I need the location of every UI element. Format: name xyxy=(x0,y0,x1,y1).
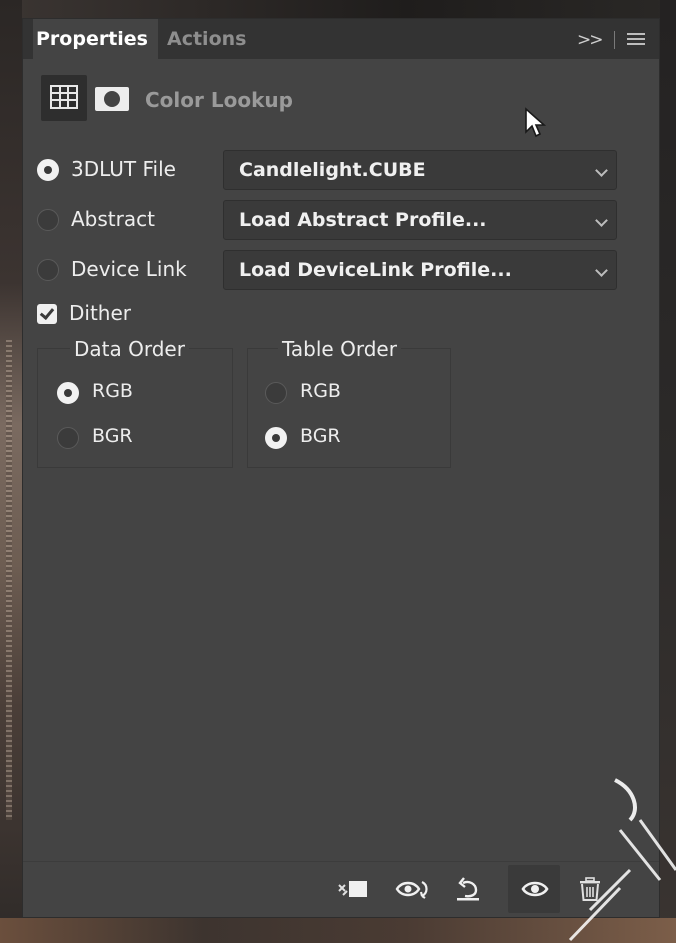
radio-abstract[interactable] xyxy=(37,209,59,231)
dropdown-abstract[interactable]: Load Abstract Profile... xyxy=(223,200,617,240)
visibility-eye-icon[interactable] xyxy=(521,877,549,901)
tab-bar-divider xyxy=(614,31,615,49)
radio-table-order-rgb[interactable] xyxy=(265,382,287,404)
option-row-3dlut: 3DLUT File Candlelight.CUBE xyxy=(23,149,659,191)
option-row-device-link: Device Link Load DeviceLink Profile... xyxy=(23,249,659,291)
label-device-link: Device Link xyxy=(71,257,187,281)
chevron-down-icon xyxy=(595,214,608,227)
chevron-down-icon xyxy=(595,264,608,277)
adjustment-settings-tab[interactable] xyxy=(41,75,87,121)
radio-data-order-bgr[interactable] xyxy=(57,427,79,449)
watermark-graphic xyxy=(568,778,676,942)
label-data-order-rgb: RGB xyxy=(92,380,133,402)
label-dither: Dither xyxy=(69,301,132,325)
reset-icon[interactable] xyxy=(455,877,481,901)
chevron-down-icon xyxy=(595,164,608,177)
label-table-order-bgr: BGR xyxy=(300,425,341,447)
data-order-title: Data Order xyxy=(70,337,189,361)
background-photo-top xyxy=(0,0,676,18)
panel-menu-icon[interactable] xyxy=(627,33,645,45)
radio-device-link[interactable] xyxy=(37,259,59,281)
label-table-order-rgb: RGB xyxy=(300,380,341,402)
tab-properties[interactable]: Properties xyxy=(33,19,158,59)
panel-title: Color Lookup xyxy=(145,88,293,112)
tab-actions[interactable]: Actions xyxy=(167,19,246,59)
table-order-title: Table Order xyxy=(278,337,401,361)
dropdown-device-link-value: Load DeviceLink Profile... xyxy=(239,259,512,281)
dropdown-3dlut-file[interactable]: Candlelight.CUBE xyxy=(223,150,617,190)
view-previous-state-icon[interactable] xyxy=(395,877,431,901)
adjustment-header-icons xyxy=(41,75,135,121)
option-row-abstract: Abstract Load Abstract Profile... xyxy=(23,199,659,241)
grid-lut-icon xyxy=(50,85,78,109)
mouse-cursor-icon xyxy=(525,107,547,138)
table-order-group: Table Order RGB BGR xyxy=(247,337,451,468)
mask-icon[interactable] xyxy=(95,87,129,111)
dropdown-3dlut-value: Candlelight.CUBE xyxy=(239,159,426,181)
label-data-order-bgr: BGR xyxy=(92,425,133,447)
dropdown-device-link[interactable]: Load DeviceLink Profile... xyxy=(223,250,617,290)
collapse-panel-icon[interactable]: >> xyxy=(577,30,603,50)
label-3dlut-file: 3DLUT File xyxy=(71,157,176,181)
radio-3dlut-file[interactable] xyxy=(37,159,59,181)
label-abstract: Abstract xyxy=(71,207,155,231)
dither-checkbox[interactable] xyxy=(37,304,57,324)
radio-table-order-bgr[interactable] xyxy=(265,427,287,449)
data-order-group: Data Order RGB BGR xyxy=(37,337,233,468)
dropdown-abstract-value: Load Abstract Profile... xyxy=(239,209,487,231)
radio-data-order-rgb[interactable] xyxy=(57,382,79,404)
clip-to-layer-icon[interactable] xyxy=(337,877,369,901)
panel-tab-bar: Properties Actions >> xyxy=(23,19,659,59)
background-photo-left xyxy=(0,0,22,943)
